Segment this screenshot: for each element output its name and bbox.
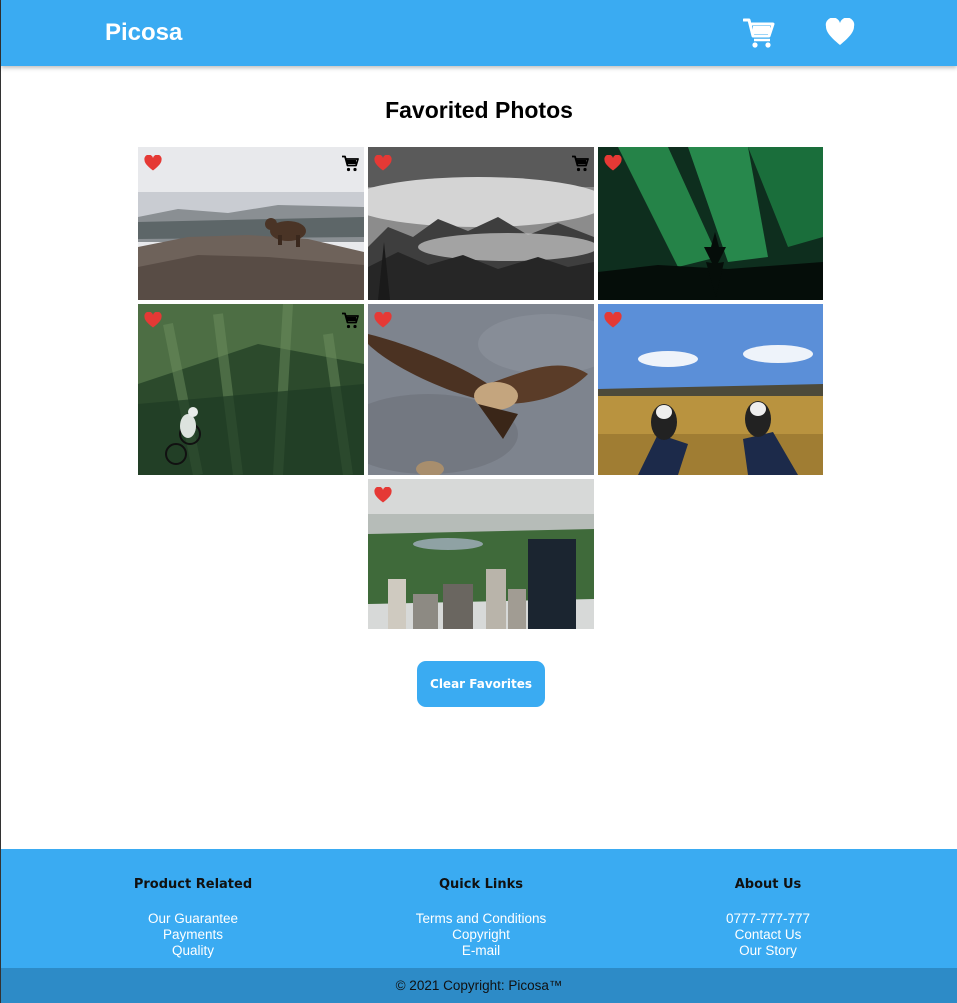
favorite-heart-icon[interactable]: [604, 154, 622, 171]
photo-tile-bear[interactable]: [138, 147, 364, 300]
footer-link[interactable]: E-mail: [361, 943, 601, 959]
footer-link[interactable]: Payments: [73, 927, 313, 943]
footer-heading: About Us: [734, 877, 802, 892]
clear-favorites-button[interactable]: Clear Favorites: [417, 661, 545, 707]
footer-link[interactable]: Terms and Conditions: [361, 911, 601, 927]
copyright-text: © 2021 Copyright: Picosa™: [395, 978, 563, 993]
favorite-heart-icon[interactable]: [144, 154, 162, 171]
photo-tile-mountain-biker[interactable]: [138, 304, 364, 475]
cart-add-icon[interactable]: [341, 312, 359, 329]
favorites-heart-icon[interactable]: [825, 17, 855, 48]
misty-forest-photo: [368, 147, 594, 300]
footer-link[interactable]: Our Story: [648, 943, 888, 959]
photo-tile-sneakers-field[interactable]: [598, 304, 823, 475]
favorite-heart-icon[interactable]: [374, 154, 392, 171]
photo-tile-vulture[interactable]: [368, 304, 594, 475]
footer-column-product-related: Product Related Our Guarantee Payments Q…: [73, 877, 313, 959]
footer: Product Related Our Guarantee Payments Q…: [1, 849, 957, 968]
bear-photo: [138, 147, 364, 300]
favorite-heart-icon[interactable]: [604, 311, 622, 328]
footer-heading: Quick Links: [438, 877, 524, 892]
favorite-heart-icon[interactable]: [374, 311, 392, 328]
footer-column-quick-links: Quick Links Terms and Conditions Copyrig…: [361, 877, 601, 959]
top-navbar: Picosa: [1, 0, 957, 66]
footer-link[interactable]: Copyright: [361, 927, 601, 943]
footer-link[interactable]: Our Guarantee: [73, 911, 313, 927]
footer-link[interactable]: Quality: [73, 943, 313, 959]
central-park-photo: [368, 479, 594, 629]
photo-tile-central-park[interactable]: [368, 479, 594, 629]
cart-add-icon[interactable]: [571, 155, 589, 172]
footer-link[interactable]: Contact Us: [648, 927, 888, 943]
copyright-bar: © 2021 Copyright: Picosa™: [1, 968, 957, 1003]
favorite-heart-icon[interactable]: [374, 486, 392, 503]
photo-tile-aurora[interactable]: [598, 147, 823, 300]
aurora-photo: [598, 147, 823, 300]
mountain-biker-photo: [138, 304, 364, 475]
footer-column-about-us: About Us 0777-777-777 Contact Us Our Sto…: [648, 877, 888, 959]
photo-tile-misty-forest[interactable]: [368, 147, 594, 300]
favorite-heart-icon[interactable]: [144, 311, 162, 328]
photo-grid: [1, 0, 957, 640]
cart-icon[interactable]: [742, 18, 775, 48]
vulture-photo: [368, 304, 594, 475]
brand-logo[interactable]: Picosa: [105, 19, 182, 47]
cart-add-icon[interactable]: [341, 155, 359, 172]
sneakers-field-photo: [598, 304, 823, 475]
footer-link[interactable]: 0777-777-777: [648, 911, 888, 927]
footer-heading: Product Related: [133, 877, 253, 892]
